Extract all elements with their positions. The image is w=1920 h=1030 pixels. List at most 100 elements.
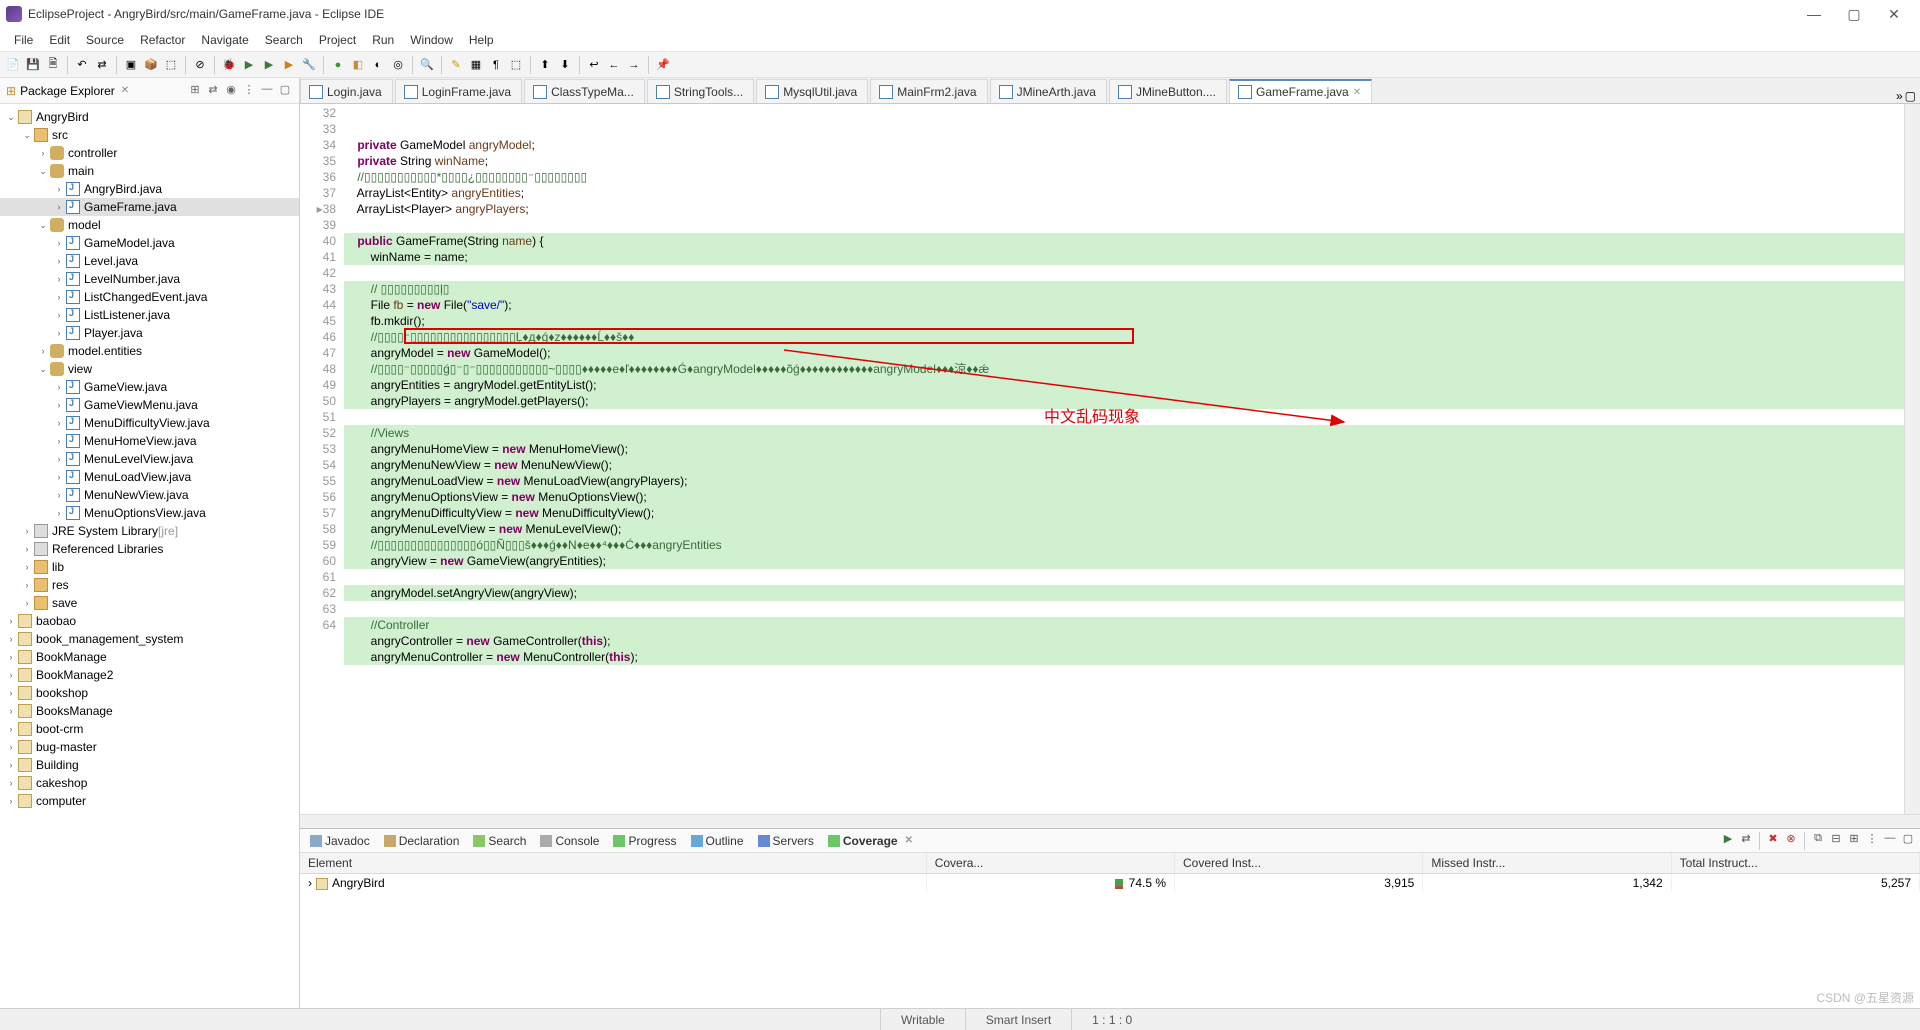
- search-icon[interactable]: 🔍: [418, 56, 436, 74]
- menu-window[interactable]: Window: [402, 33, 461, 47]
- menu-search[interactable]: Search: [257, 33, 311, 47]
- tree-node[interactable]: ›MenuLevelView.java: [0, 450, 299, 468]
- editor-tab[interactable]: JMineArth.java: [990, 79, 1107, 103]
- horizontal-scrollbar[interactable]: [300, 814, 1920, 828]
- editor-tab[interactable]: Login.java: [300, 79, 393, 103]
- save-icon[interactable]: 💾: [24, 56, 42, 74]
- focus-icon[interactable]: ◉: [223, 83, 239, 99]
- tree-node[interactable]: ›controller: [0, 144, 299, 162]
- remove-session-icon[interactable]: ✖: [1765, 832, 1781, 848]
- relaunch-icon[interactable]: ▶: [1720, 832, 1736, 848]
- tree-node[interactable]: ›MenuLoadView.java: [0, 468, 299, 486]
- tree-node[interactable]: ⌄src: [0, 126, 299, 144]
- tree-node[interactable]: ›ListChangedEvent.java: [0, 288, 299, 306]
- tree-node[interactable]: ›Player.java: [0, 324, 299, 342]
- vertical-scrollbar[interactable]: [1904, 104, 1920, 814]
- editor-tab[interactable]: MysqlUtil.java: [756, 79, 868, 103]
- tree-node[interactable]: ›JRE System Library [jre]: [0, 522, 299, 540]
- tree-node[interactable]: ›model.entities: [0, 342, 299, 360]
- skip-icon[interactable]: ⊘: [191, 56, 209, 74]
- tree-node[interactable]: ›lib: [0, 558, 299, 576]
- view-menu2-icon[interactable]: ⋮: [1864, 832, 1880, 848]
- tree-node[interactable]: ›ListListener.java: [0, 306, 299, 324]
- run-last-icon[interactable]: ▶: [280, 56, 298, 74]
- tree-node[interactable]: ›Building: [0, 756, 299, 774]
- tree-node[interactable]: ›MenuNewView.java: [0, 486, 299, 504]
- tree-node[interactable]: ›bug-master: [0, 738, 299, 756]
- tree-node[interactable]: ›GameFrame.java: [0, 198, 299, 216]
- project-tree[interactable]: ⌄AngryBird⌄src›controller⌄main›AngryBird…: [0, 104, 299, 1008]
- run-icon[interactable]: ▶: [240, 56, 258, 74]
- presentation-icon[interactable]: ⊞: [187, 83, 203, 99]
- coverage-run-icon[interactable]: ▶: [260, 56, 278, 74]
- collapse-all-icon[interactable]: ⊟: [1828, 832, 1844, 848]
- tab-close-icon[interactable]: ✕: [1353, 87, 1361, 98]
- new-icon[interactable]: 📄: [4, 56, 22, 74]
- terminal-icon[interactable]: ▣: [122, 56, 140, 74]
- tree-node[interactable]: ›boot-crm: [0, 720, 299, 738]
- tree-node[interactable]: ›MenuHomeView.java: [0, 432, 299, 450]
- bottom-tab-console[interactable]: Console: [534, 832, 605, 850]
- new-class-icon[interactable]: ●: [329, 56, 347, 74]
- tree-node[interactable]: ›LevelNumber.java: [0, 270, 299, 288]
- last-edit-icon[interactable]: ↩: [585, 56, 603, 74]
- undo-icon[interactable]: ↶: [73, 56, 91, 74]
- remove-all-sessions-icon[interactable]: ⊗: [1783, 832, 1799, 848]
- coverage-table[interactable]: ElementCovera...Covered Inst...Missed In…: [300, 853, 1920, 892]
- next-annotation-icon[interactable]: ⬇: [556, 56, 574, 74]
- view-menu-icon[interactable]: ⋮: [241, 83, 257, 99]
- maximize-button[interactable]: ▢: [1834, 6, 1874, 23]
- toggle-block-icon[interactable]: ▦: [467, 56, 485, 74]
- open-type-icon[interactable]: ◎: [389, 56, 407, 74]
- link-editor-icon[interactable]: ⇄: [205, 83, 221, 99]
- menu-source[interactable]: Source: [78, 33, 132, 47]
- switch-icon[interactable]: ⇄: [93, 56, 111, 74]
- tree-node[interactable]: ›AngryBird.java: [0, 180, 299, 198]
- tree-node[interactable]: ›cakeshop: [0, 774, 299, 792]
- forward-icon[interactable]: →: [625, 56, 643, 74]
- close-view-icon[interactable]: ✕: [121, 85, 129, 96]
- tree-node[interactable]: ›computer: [0, 792, 299, 810]
- close-tab-icon[interactable]: ✕: [905, 835, 913, 846]
- package-icon[interactable]: 📦: [142, 56, 160, 74]
- tree-node[interactable]: ⌄view: [0, 360, 299, 378]
- tree-node[interactable]: ›baobao: [0, 612, 299, 630]
- bottom-tab-progress[interactable]: Progress: [607, 832, 682, 850]
- editor-tab[interactable]: MainFrm2.java: [870, 79, 987, 103]
- close-button[interactable]: ✕: [1874, 6, 1914, 23]
- tree-node[interactable]: ›book_management_system: [0, 630, 299, 648]
- editor-tab[interactable]: GameFrame.java✕: [1229, 79, 1372, 103]
- ext-tools-icon[interactable]: 🔧: [300, 56, 318, 74]
- expand-all-icon[interactable]: ⊞: [1846, 832, 1862, 848]
- tree-node[interactable]: ›res: [0, 576, 299, 594]
- menu-file[interactable]: File: [6, 33, 41, 47]
- pin-icon[interactable]: 📌: [654, 56, 672, 74]
- link-coverage-icon[interactable]: ⇄: [1738, 832, 1754, 848]
- menu-navigate[interactable]: Navigate: [193, 33, 256, 47]
- prev-annotation-icon[interactable]: ⬆: [536, 56, 554, 74]
- toggle-mark-icon[interactable]: ✎: [447, 56, 465, 74]
- editor-tab[interactable]: LoginFrame.java: [395, 79, 522, 103]
- bottom-tab-search[interactable]: Search: [467, 832, 532, 850]
- tree-node[interactable]: ⌄model: [0, 216, 299, 234]
- bottom-tab-declaration[interactable]: Declaration: [378, 832, 466, 850]
- tree-node[interactable]: ›GameModel.java: [0, 234, 299, 252]
- tree-node[interactable]: ⌄AngryBird: [0, 108, 299, 126]
- new-package-icon[interactable]: ◧: [349, 56, 367, 74]
- maximize-view-icon[interactable]: ▢: [277, 83, 293, 99]
- tree-node[interactable]: ›GameView.java: [0, 378, 299, 396]
- tree-node[interactable]: ›BookManage2: [0, 666, 299, 684]
- back-icon[interactable]: ←: [605, 56, 623, 74]
- minimize-panel-icon[interactable]: —: [1882, 832, 1898, 848]
- tree-node[interactable]: ⌄main: [0, 162, 299, 180]
- coverage-row[interactable]: ›AngryBird74.5 %3,9151,3425,257: [300, 874, 1920, 893]
- export-icon[interactable]: ⬚: [162, 56, 180, 74]
- tree-node[interactable]: ›bookshop: [0, 684, 299, 702]
- editor-tab[interactable]: ClassTypeMa...: [524, 79, 645, 103]
- tree-node[interactable]: ›Referenced Libraries: [0, 540, 299, 558]
- new-interface-icon[interactable]: ◐: [369, 56, 387, 74]
- menu-refactor[interactable]: Refactor: [132, 33, 193, 47]
- maximize-editor-icon[interactable]: ▢: [1905, 89, 1916, 103]
- bottom-tab-coverage[interactable]: Coverage✕: [822, 832, 919, 850]
- menu-run[interactable]: Run: [364, 33, 402, 47]
